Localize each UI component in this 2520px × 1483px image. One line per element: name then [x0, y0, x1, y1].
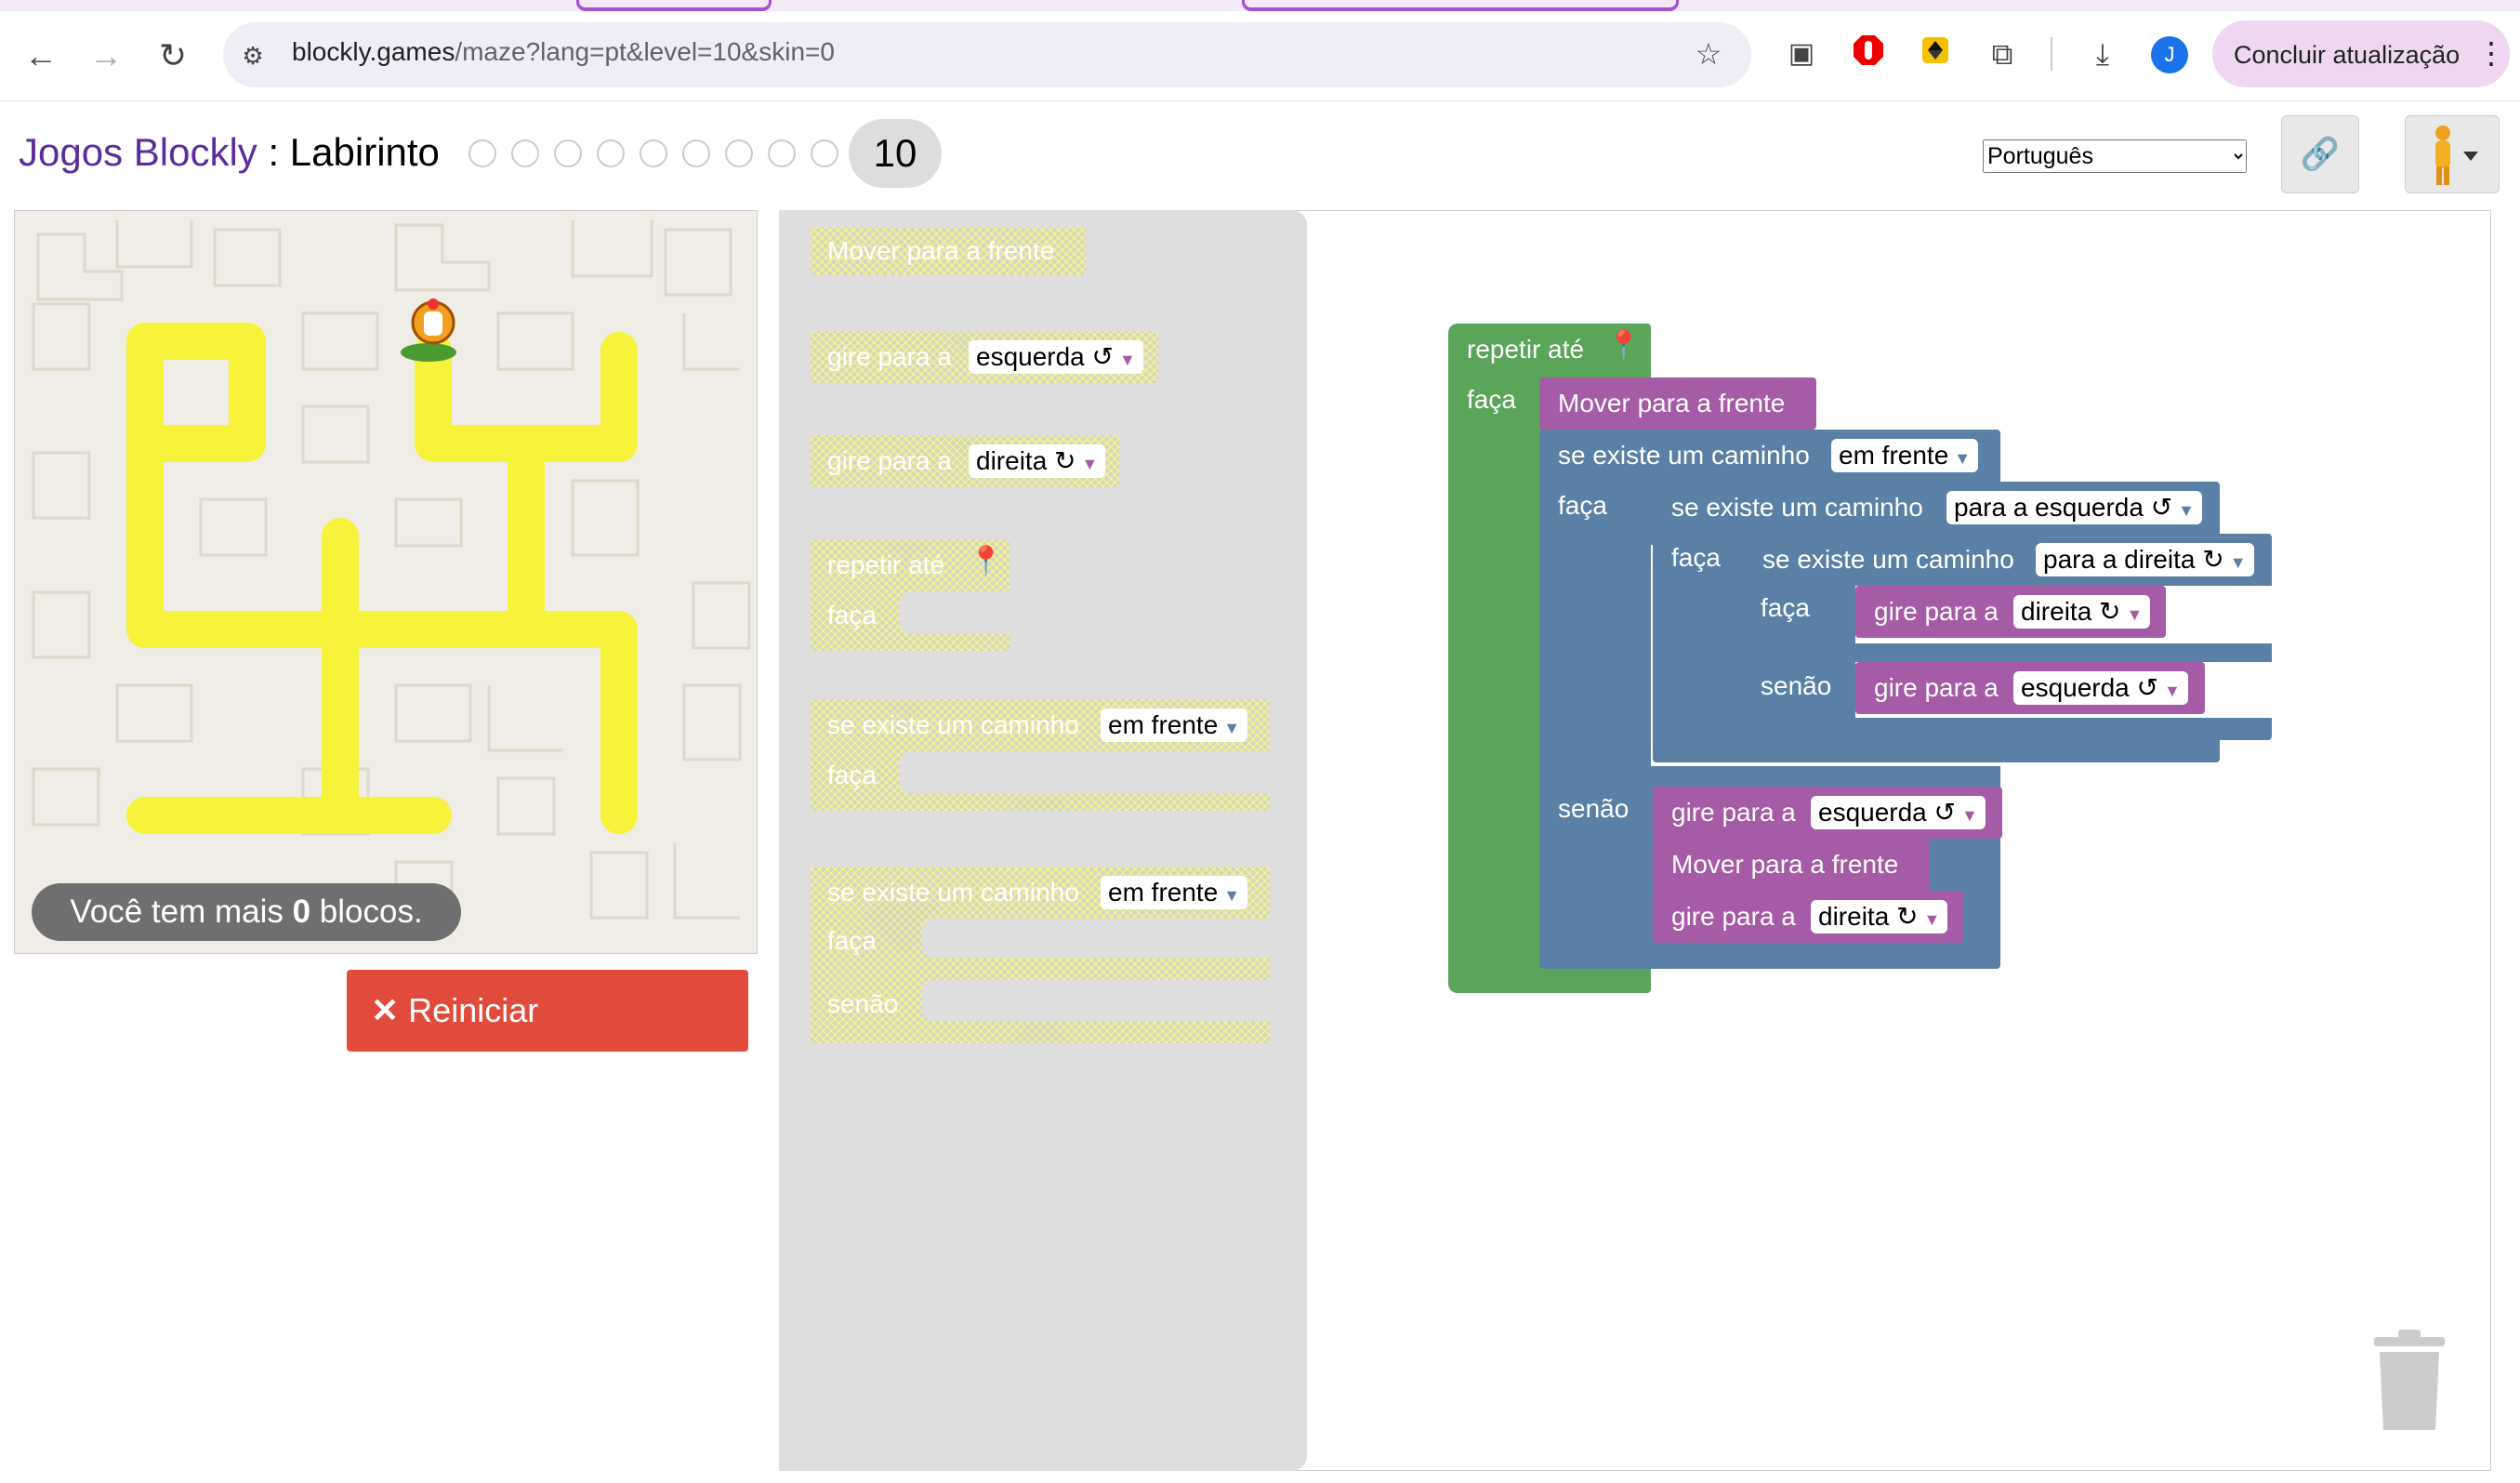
level-dot-2[interactable]: [511, 139, 539, 167]
turn-direction-dropdown[interactable]: direita ↻ ▼: [1811, 900, 1948, 933]
close-icon: ✕: [371, 991, 400, 1029]
turn-right-block[interactable]: gire para a direita ↻ ▼: [1653, 891, 1963, 943]
level-dot-3[interactable]: [554, 139, 582, 167]
more-icon[interactable]: ⋮: [2476, 35, 2506, 71]
link-icon[interactable]: 🔗: [2281, 115, 2359, 193]
toolbox-if-path-block[interactable]: se existe um caminho em frente ▼ faça: [811, 699, 1270, 811]
toolbar-divider: [2051, 37, 2052, 71]
maze-canvas: [14, 210, 758, 954]
level-dot-9[interactable]: [811, 139, 838, 167]
turn-direction-dropdown[interactable]: esquerda ↺ ▼: [2013, 671, 2188, 705]
star-icon[interactable]: ☆: [1688, 33, 1729, 74]
toolbox-move-forward-block[interactable]: Mover para a frente: [811, 227, 1086, 275]
blocks-remaining-badge: Você tem mais 0 blocos.: [32, 883, 461, 941]
back-icon[interactable]: ←: [19, 33, 63, 78]
url-text[interactable]: blockly.games/maze?lang=pt&level=10&skin…: [292, 37, 835, 67]
maze-path: [126, 323, 638, 834]
toolbox-if-else-path-block[interactable]: se existe um caminho em frente ▼ faça sen…: [811, 867, 1270, 1043]
site-info-icon[interactable]: ⚙: [232, 35, 273, 76]
path-direction-dropdown[interactable]: em frente ▼: [1101, 708, 1248, 742]
statement-slot: [922, 919, 1270, 958]
workspace-gap: [2222, 740, 2272, 762]
pegman-marker: [401, 298, 456, 362]
goal-marker-icon: 📍: [1606, 330, 1642, 361]
turn-left-block[interactable]: gire para a esquerda ↺ ▼: [1653, 787, 2002, 839]
tab-left-edge[interactable]: [576, 0, 772, 11]
active-tab[interactable]: [1242, 0, 1679, 11]
turn-direction-dropdown[interactable]: esquerda ↺ ▼: [969, 340, 1143, 374]
toolbox-turn-left-block[interactable]: gire para a esquerda ↺ ▼: [811, 331, 1158, 383]
statement-slot: [922, 980, 1270, 1021]
goal-marker-icon: 📍: [969, 546, 1004, 576]
pegman-icon: [2435, 126, 2478, 185]
move-forward-block[interactable]: Mover para a frente: [1653, 839, 1930, 891]
path-direction-dropdown[interactable]: em frente ▼: [1101, 876, 1248, 909]
level-dot-6[interactable]: [682, 139, 710, 167]
level-dot-1[interactable]: [468, 139, 496, 167]
download-icon[interactable]: ⤓: [2082, 33, 2123, 74]
turn-left-block[interactable]: gire para a esquerda ↺ ▼: [1855, 662, 2205, 714]
turn-direction-dropdown[interactable]: esquerda ↺ ▼: [1811, 796, 1986, 829]
profile-avatar[interactable]: J: [2151, 36, 2188, 73]
reload-icon[interactable]: ↻: [151, 33, 195, 78]
statement-slot: [900, 751, 1270, 794]
picture-in-picture-icon[interactable]: ▣: [1781, 33, 1822, 74]
level-dot-4[interactable]: [597, 139, 625, 167]
language-select[interactable]: Português: [1983, 139, 2247, 173]
turn-right-block[interactable]: gire para a direita ↻ ▼: [1855, 586, 2166, 638]
level-dot-8[interactable]: [768, 139, 796, 167]
toolbox-turn-right-block[interactable]: gire para a direita ↻ ▼: [811, 435, 1119, 487]
skin-selector[interactable]: [2405, 115, 2500, 193]
adblock-icon[interactable]: [1848, 33, 1889, 74]
update-button-label: Concluir atualização: [2234, 41, 2461, 69]
statement-slot: [900, 591, 1009, 634]
move-forward-block[interactable]: Mover para a frente: [1539, 377, 1816, 430]
page-title: Jogos Blockly : Labirinto: [19, 130, 440, 174]
path-direction-dropdown[interactable]: para a esquerda ↺ ▼: [1946, 491, 2202, 524]
path-direction-dropdown[interactable]: em frente ▼: [1831, 439, 1979, 472]
turn-direction-dropdown[interactable]: direita ↻ ▼: [2013, 595, 2151, 629]
app-link[interactable]: Jogos Blockly: [19, 130, 257, 174]
extension-icon[interactable]: [1915, 33, 1956, 74]
toolbox-flyout: [779, 210, 1307, 1471]
reset-button[interactable]: ✕ Reiniciar: [347, 970, 748, 1052]
turn-direction-dropdown[interactable]: direita ↻ ▼: [969, 444, 1106, 478]
level-dot-7[interactable]: [725, 139, 753, 167]
puzzle-icon[interactable]: ⧉: [1982, 33, 2023, 74]
path-direction-dropdown[interactable]: para a direita ↻ ▼: [2036, 543, 2254, 576]
trash-icon[interactable]: [2370, 1330, 2448, 1432]
current-level[interactable]: 10: [849, 119, 942, 188]
workspace-gap: [1651, 969, 2000, 993]
toolbox-repeat-until-block[interactable]: repetir até 📍 faça: [811, 539, 1009, 651]
level-dot-5[interactable]: [640, 139, 667, 167]
forward-icon[interactable]: →: [84, 33, 128, 78]
